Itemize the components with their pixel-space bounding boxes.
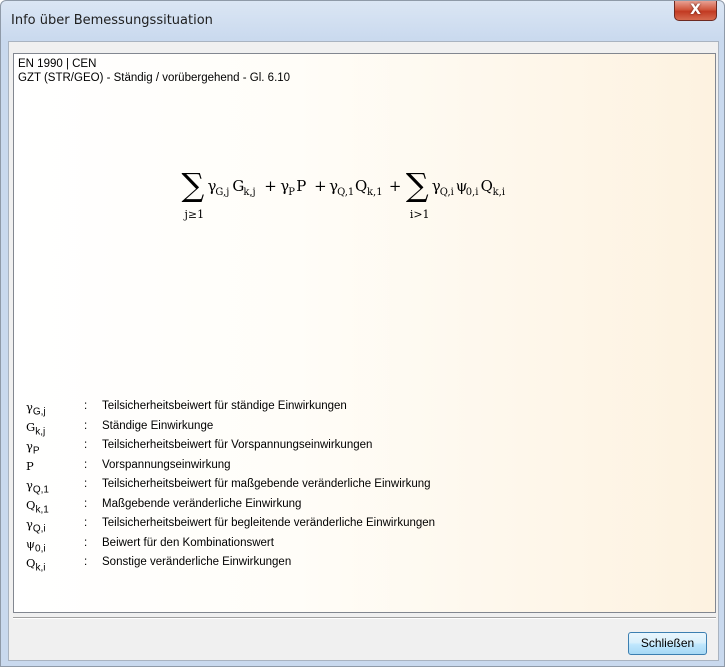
- legend-symbol: γP: [26, 439, 40, 457]
- legend-symbol: P: [26, 458, 34, 473]
- legend-symbol: Qk,1: [26, 497, 49, 515]
- formula-gamma-g-sub: G,j: [215, 187, 229, 198]
- sum-symbol: ∑: [182, 166, 205, 204]
- formula-Q1-sub: k,1: [367, 187, 383, 198]
- legend-symbol: ψ0,i: [26, 536, 46, 554]
- sum-symbol: ∑: [406, 166, 429, 204]
- close-button[interactable]: Schließen: [628, 632, 707, 655]
- legend-symbol: γQ,i: [26, 517, 46, 535]
- legend-description: Teilsicherheitsbeiwert für ständige Einw…: [102, 400, 347, 412]
- legend-colon: :: [84, 400, 88, 412]
- formula-Qi-sub: k,i: [493, 187, 505, 198]
- legend-colon: :: [84, 497, 88, 510]
- close-icon: X: [690, 2, 701, 18]
- legend-colon: :: [84, 439, 88, 451]
- sum-subscript: i>1: [410, 208, 430, 221]
- legend-description: Sonstige veränderliche Einwirkungen: [102, 556, 292, 568]
- info-panel: EN 1990 | CEN GZT (STR/GEO) - Ständig / …: [13, 53, 716, 613]
- legend-description: Teilsicherheitsbeiwert für Vorspannungse…: [102, 439, 373, 451]
- legend-description: Maßgebende veränderliche Einwirkung: [102, 497, 302, 510]
- formula-gamma-qi-sub: Q,i: [440, 187, 454, 198]
- legend-symbol: γG,j: [26, 400, 46, 418]
- legend-symbol: Gk,j: [26, 419, 46, 437]
- legend-colon: :: [84, 536, 88, 549]
- formula-gamma-p-sub: P: [288, 187, 295, 198]
- formula-gamma-q1-sub: Q,1: [337, 187, 354, 198]
- combination-formula: ∑ j≥1 γ G,j G k,j + γ P P + γ Q,1 Q k,1 …: [182, 166, 506, 221]
- legend-symbol: γQ,1: [26, 478, 49, 496]
- legend-description: Beiwert für den Kombinationswert: [102, 536, 274, 549]
- formula-G-sub: k,j: [243, 187, 255, 198]
- legend-colon: :: [84, 478, 88, 490]
- formula-plus: +: [314, 177, 327, 195]
- footer-separator: [13, 617, 716, 619]
- norm-label: EN 1990 | CEN: [18, 58, 97, 70]
- legend-colon: :: [84, 556, 88, 568]
- legend-colon: :: [84, 458, 88, 471]
- legend-description: Teilsicherheitsbeiwert für begleitende v…: [102, 517, 436, 529]
- close-window-button[interactable]: X: [674, 1, 717, 21]
- legend-description: Ständige Einwirkunge: [102, 419, 214, 432]
- legend-colon: :: [84, 517, 88, 529]
- title-bar[interactable]: Info über Bemessungssituation X: [1, 1, 724, 41]
- legend-symbol: Qk,i: [26, 556, 46, 574]
- formula-psi-sub: 0,i: [466, 187, 479, 198]
- legend-description: Vorspannungseinwirkung: [102, 458, 231, 471]
- sum-subscript: j≥1: [183, 208, 205, 221]
- formula-plus: +: [264, 177, 277, 195]
- formula-P: P: [296, 177, 306, 195]
- formula-Q1: Q: [355, 177, 367, 195]
- formula-plus: +: [389, 177, 402, 195]
- window-title: Info über Bemessungssituation: [11, 13, 213, 28]
- formula-Qi: Q: [481, 177, 493, 195]
- legend-description: Teilsicherheitsbeiwert für maßgebende ve…: [102, 478, 431, 490]
- legend-colon: :: [84, 419, 88, 432]
- situation-label: GZT (STR/GEO) - Ständig / vorübergehend …: [18, 72, 291, 84]
